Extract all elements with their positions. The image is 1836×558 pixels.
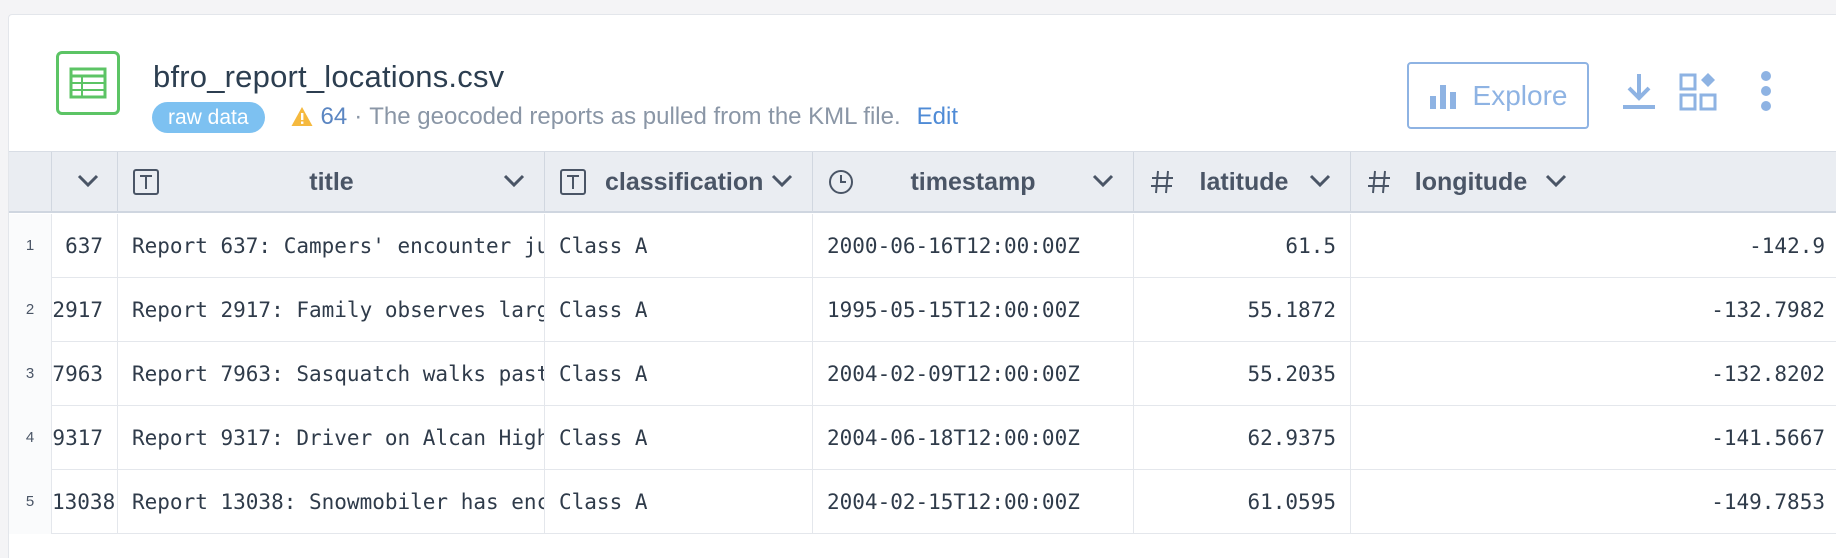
cell-id[interactable]: 13038 <box>52 470 118 534</box>
cell-classification[interactable]: Class A <box>545 470 813 534</box>
column-label-classification: classification <box>605 168 764 196</box>
cell-timestamp[interactable]: 2004-02-15T12:00:00Z <box>813 470 1134 534</box>
cell-latitude[interactable]: 62.9375 <box>1134 406 1351 470</box>
cell-timestamp[interactable]: 1995-05-15T12:00:00Z <box>813 278 1134 342</box>
hash-icon <box>1368 170 1390 194</box>
cell-id[interactable]: 9317 <box>52 406 118 470</box>
table-row[interactable]: 4 9317 Report 9317: Driver on Alcan High… <box>9 406 1836 470</box>
row-number: 4 <box>9 406 52 470</box>
cell-id[interactable]: 637 <box>52 214 118 278</box>
cell-timestamp[interactable]: 2004-02-09T12:00:00Z <box>813 342 1134 406</box>
separator: · <box>354 103 363 130</box>
dataset-description: The geocoded reports as pulled from the … <box>369 103 901 130</box>
column-header-title[interactable]: title <box>118 152 545 212</box>
row-number: 5 <box>9 470 52 534</box>
chevron-down-icon[interactable] <box>1092 174 1114 188</box>
column-label-longitude: longitude <box>1414 168 1528 196</box>
table-header: title classification timestamp latitude <box>9 151 1836 213</box>
more-options-button[interactable] <box>1744 67 1788 115</box>
table-row[interactable]: 2 2917 Report 2917: Family observes larg… <box>9 278 1836 342</box>
table-row[interactable]: 1 637 Report 637: Campers' encounter jus… <box>9 214 1836 278</box>
cell-id[interactable]: 2917 <box>52 278 118 342</box>
cell-latitude[interactable]: 61.0595 <box>1134 470 1351 534</box>
dataset-title: bfro_report_locations.csv <box>153 59 505 94</box>
cell-latitude[interactable]: 55.2035 <box>1134 342 1351 406</box>
cell-classification[interactable]: Class A <box>545 214 813 278</box>
row-number: 1 <box>9 214 52 278</box>
column-label-latitude: latitude <box>1199 168 1289 196</box>
bar-chart-icon <box>1429 84 1456 109</box>
table-row[interactable]: 5 13038 Report 13038: Snowmobiler has en… <box>9 470 1836 534</box>
cell-longitude[interactable]: -149.7853 <box>1351 470 1836 534</box>
chevron-down-icon[interactable] <box>1545 174 1567 188</box>
table-row[interactable]: 3 7963 Report 7963: Sasquatch walks past… <box>9 342 1836 406</box>
cell-title[interactable]: Report 637: Campers' encounter just af <box>118 214 545 278</box>
cell-id[interactable]: 7963 <box>52 342 118 406</box>
clock-icon <box>829 170 853 194</box>
cell-title[interactable]: Report 2917: Family observes large bip <box>118 278 545 342</box>
cell-longitude[interactable]: -142.9 <box>1351 214 1836 278</box>
add-widget-icon <box>1679 73 1717 111</box>
cell-timestamp[interactable]: 2004-06-18T12:00:00Z <box>813 406 1134 470</box>
more-vertical-icon <box>1761 71 1771 111</box>
text-type-icon <box>560 169 586 195</box>
cell-longitude[interactable]: -132.8202 <box>1351 342 1836 406</box>
warning-icon <box>291 106 313 128</box>
cell-title[interactable]: Report 13038: Snowmobiler has encounte <box>118 470 545 534</box>
download-button[interactable] <box>1617 67 1661 115</box>
column-header-latitude[interactable]: latitude <box>1134 152 1351 212</box>
dataset-card: bfro_report_locations.csv raw data 64 · … <box>8 14 1836 558</box>
spreadsheet-icon <box>56 51 120 115</box>
column-header-classification[interactable]: classification <box>545 152 813 212</box>
row-number: 2 <box>9 278 52 342</box>
column-label-timestamp: timestamp <box>910 168 1036 196</box>
chevron-down-icon[interactable] <box>1309 174 1331 188</box>
chevron-down-icon[interactable] <box>77 174 99 188</box>
add-to-dashboard-button[interactable] <box>1676 67 1720 115</box>
warning-count[interactable]: 64 <box>321 103 348 131</box>
rownum-header <box>9 152 52 212</box>
column-label-title: title <box>309 168 354 196</box>
cell-title[interactable]: Report 7963: Sasquatch walks past wind <box>118 342 545 406</box>
cell-latitude[interactable]: 61.5 <box>1134 214 1351 278</box>
cell-timestamp[interactable]: 2000-06-16T12:00:00Z <box>813 214 1134 278</box>
cell-classification[interactable]: Class A <box>545 278 813 342</box>
column-header-timestamp[interactable]: timestamp <box>813 152 1134 212</box>
chevron-down-icon[interactable] <box>771 174 793 188</box>
chevron-down-icon[interactable] <box>503 174 525 188</box>
dataset-subtitle: raw data 64 · The geocoded reports as pu… <box>152 101 958 133</box>
explore-label: Explore <box>1472 79 1568 111</box>
download-icon <box>1623 74 1655 109</box>
cell-latitude[interactable]: 55.1872 <box>1134 278 1351 342</box>
cell-longitude[interactable]: -132.7982 <box>1351 278 1836 342</box>
column-header-id[interactable] <box>52 152 118 212</box>
cell-classification[interactable]: Class A <box>545 406 813 470</box>
row-number: 3 <box>9 342 52 406</box>
raw-data-badge[interactable]: raw data <box>152 101 265 133</box>
cell-classification[interactable]: Class A <box>545 342 813 406</box>
column-header-longitude[interactable]: longitude <box>1351 152 1836 212</box>
edit-link[interactable]: Edit <box>917 103 958 131</box>
hash-icon <box>1151 170 1173 194</box>
cell-title[interactable]: Report 9317: Driver on Alcan Highway h <box>118 406 545 470</box>
cell-longitude[interactable]: -141.5667 <box>1351 406 1836 470</box>
explore-button[interactable]: Explore <box>1407 62 1589 129</box>
